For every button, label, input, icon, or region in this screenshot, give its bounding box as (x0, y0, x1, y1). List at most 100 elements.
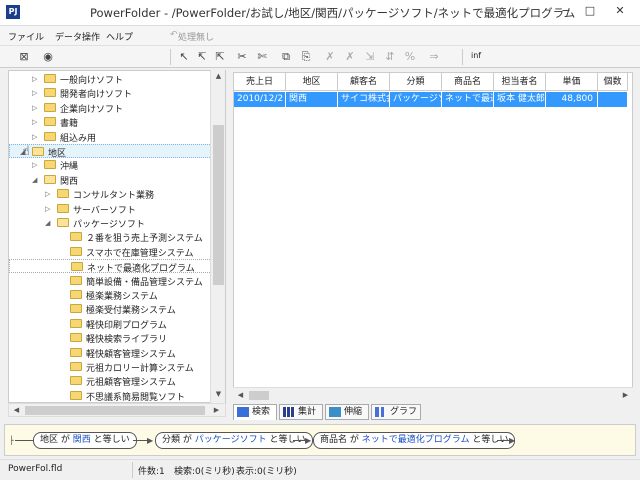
arrow-tool-icon[interactable]: ↖ (176, 49, 192, 65)
filter-chip-district[interactable]: 地区 が 関西 と等しい (33, 432, 137, 449)
tree-hscroll-thumb[interactable] (25, 406, 205, 415)
tab-summary[interactable]: 集計 (279, 404, 323, 420)
tree-item[interactable]: 元祖カロリー計算システム (9, 360, 214, 374)
maximize-button[interactable]: □ (578, 2, 602, 20)
table-cell[interactable]: パッケージソ (390, 92, 442, 107)
tree-item[interactable]: ２番を狙う売上予測システム (9, 230, 214, 244)
column-header[interactable]: 顧客名 (338, 73, 390, 91)
folder-icon (70, 333, 82, 343)
tree-item[interactable]: 軽快印刷プログラム (9, 317, 214, 331)
column-header[interactable]: 単価 (546, 73, 598, 91)
expand-icon[interactable]: ▷ (32, 115, 37, 129)
menu-data-ops[interactable]: データ操作 (55, 30, 100, 43)
table-cell[interactable]: サイコ株式会 (338, 92, 390, 107)
tree-item[interactable]: ▷ コンサルタント業務 (9, 187, 214, 201)
tree-item[interactable]: ◢ 関西 (9, 173, 214, 187)
column-header[interactable]: 個数 (598, 73, 628, 91)
folder-icon (44, 74, 56, 83)
table-cell[interactable]: 坂本 健太郎 (494, 92, 546, 107)
tree-item[interactable]: 軽快顧客管理システム (9, 346, 214, 360)
cut2-icon[interactable]: ✄ (254, 49, 270, 65)
tab-graph[interactable]: グラフ (371, 404, 421, 420)
grid-scroll-thumb[interactable] (249, 391, 269, 400)
expand-icon[interactable]: ▷ (32, 86, 37, 100)
filter-chip-product[interactable]: 商品名 が ネットで最適化プログラム と等しい (313, 432, 516, 449)
table-cell[interactable] (598, 92, 628, 107)
tree-view-icon[interactable]: ⊠ (16, 49, 32, 65)
table-cell[interactable]: 関西 (286, 92, 338, 107)
expand-icon[interactable]: ▷ (32, 101, 37, 115)
forward-icon[interactable]: ⇒ (426, 49, 442, 65)
copy-icon[interactable]: ⧉ (278, 49, 294, 65)
expand-icon[interactable]: ▷ (32, 158, 37, 172)
tree-item[interactable]: 不思議系簡易閲覧ソフト (9, 389, 214, 402)
paste-icon[interactable]: ⎘ (298, 49, 314, 65)
arrow-tool2-icon[interactable]: ↸ (194, 49, 210, 65)
scroll-up-icon[interactable]: ▲ (211, 72, 226, 80)
column-header[interactable]: 地区 (286, 73, 338, 91)
scroll-down-icon[interactable]: ▼ (211, 390, 226, 398)
filter-end-icon: ▶ (509, 436, 516, 445)
table-cell[interactable]: 2010/12/2 (234, 92, 286, 107)
table-cell[interactable]: ネットで最適 (442, 92, 494, 107)
grid-horizontal-scrollbar[interactable]: ◀ ▶ (233, 387, 633, 402)
collapse-icon[interactable]: ◢ (32, 173, 37, 187)
table-cell[interactable]: 48,800 (546, 92, 598, 107)
tree-item-label: 開発者向けソフト (60, 90, 133, 101)
tree-vertical-scrollbar[interactable]: ▲ ▼ (210, 70, 225, 403)
scroll-right-icon[interactable]: ▶ (209, 406, 224, 414)
tree-item[interactable]: 極楽受付業務システム (9, 302, 214, 316)
column-header[interactable]: 担当者名 (494, 73, 546, 91)
eye-icon[interactable]: ◉ (40, 49, 56, 65)
tree-scroll-thumb[interactable] (213, 125, 224, 285)
column-header[interactable]: 分類 (390, 73, 442, 91)
scroll-left-icon[interactable]: ◀ (9, 406, 24, 414)
tree-item[interactable]: ▷ サーバーソフト (9, 202, 214, 216)
grid-scroll-right-icon[interactable]: ▶ (618, 391, 633, 399)
delete2-icon[interactable]: ✗ (342, 49, 358, 65)
tree-item[interactable]: ▷ 開発者向けソフト (9, 86, 214, 100)
data-grid[interactable]: 売上日 地区 顧客名 分類 商品名 担当者名 単価 個数 2010/12/2 関西 サイコ株式会 パッ… (233, 72, 633, 402)
menu-file[interactable]: ファイル (8, 30, 44, 43)
tree-item[interactable]: ◢ 地区 (9, 144, 214, 159)
stretch-tab-icon (329, 407, 341, 417)
inf-label[interactable]: inf (471, 51, 481, 60)
filter-chip-category[interactable]: 分類 が パッケージソフト と等しい (155, 432, 313, 449)
tree-item[interactable]: ▷ 組込み用 (9, 130, 214, 144)
tree-item[interactable]: 軽快検索ライブラリ (9, 331, 214, 345)
tree-item-label: 軽快検索ライブラリ (86, 335, 168, 346)
folder-icon (70, 362, 82, 371)
expand-icon[interactable]: ▷ (32, 72, 37, 86)
menu-help[interactable]: ヘルプ (106, 30, 133, 43)
tab-stretch[interactable]: 伸縮 (325, 404, 369, 420)
expand-icon[interactable]: ▷ (45, 202, 50, 216)
tree-item[interactable]: 元祖顧客管理システム (9, 374, 214, 388)
expand-icon[interactable]: ▷ (45, 187, 50, 201)
tree-item[interactable]: 極楽業務システム (9, 288, 214, 302)
tree-item[interactable]: ▷ 一般向けソフト (9, 72, 214, 86)
move2-icon[interactable]: ⇵ (382, 49, 398, 65)
move-icon[interactable]: ⇲ (362, 49, 378, 65)
tree-item[interactable]: スマホで在庫管理システム (9, 245, 214, 259)
tree-item[interactable]: ▷ 沖縄 (9, 158, 214, 172)
folder-tree[interactable]: ▷ 一般向けソフト ▷ 開発者向けソフト ▷ 企業向けソフト ▷ 書籍 ▷ 組込み用 ◢ 地区 ▷ 沖縄 ◢… (8, 70, 226, 403)
collapse-icon[interactable]: ◢ (45, 216, 50, 230)
close-button[interactable]: ✕ (603, 2, 637, 20)
tree-item[interactable]: 簡単設備・備品管理システム (9, 274, 214, 288)
delete-icon[interactable]: ✗ (322, 49, 338, 65)
tab-search[interactable]: 検索 (233, 404, 277, 420)
tree-item[interactable]: ▷ 企業向けソフト (9, 101, 214, 115)
tree-item[interactable]: ◢ パッケージソフト (9, 216, 214, 230)
expand-icon[interactable]: ▷ (32, 130, 37, 144)
minimize-button[interactable]: − (554, 2, 578, 20)
tree-item[interactable]: ▷ 書籍 (9, 115, 214, 129)
cut-icon[interactable]: ✂ (234, 49, 250, 65)
select-tool-icon[interactable]: ⇱ (212, 49, 228, 65)
percent-icon[interactable]: % (402, 49, 418, 65)
grid-scroll-left-icon[interactable]: ◀ (233, 391, 248, 399)
column-header[interactable]: 売上日 (234, 73, 286, 91)
tree-item[interactable]: ネットで最適化プログラム (9, 259, 214, 274)
tree-horizontal-scrollbar[interactable]: ◀ ▶ (8, 403, 226, 417)
folder-icon (57, 203, 69, 213)
column-header[interactable]: 商品名 (442, 73, 494, 91)
